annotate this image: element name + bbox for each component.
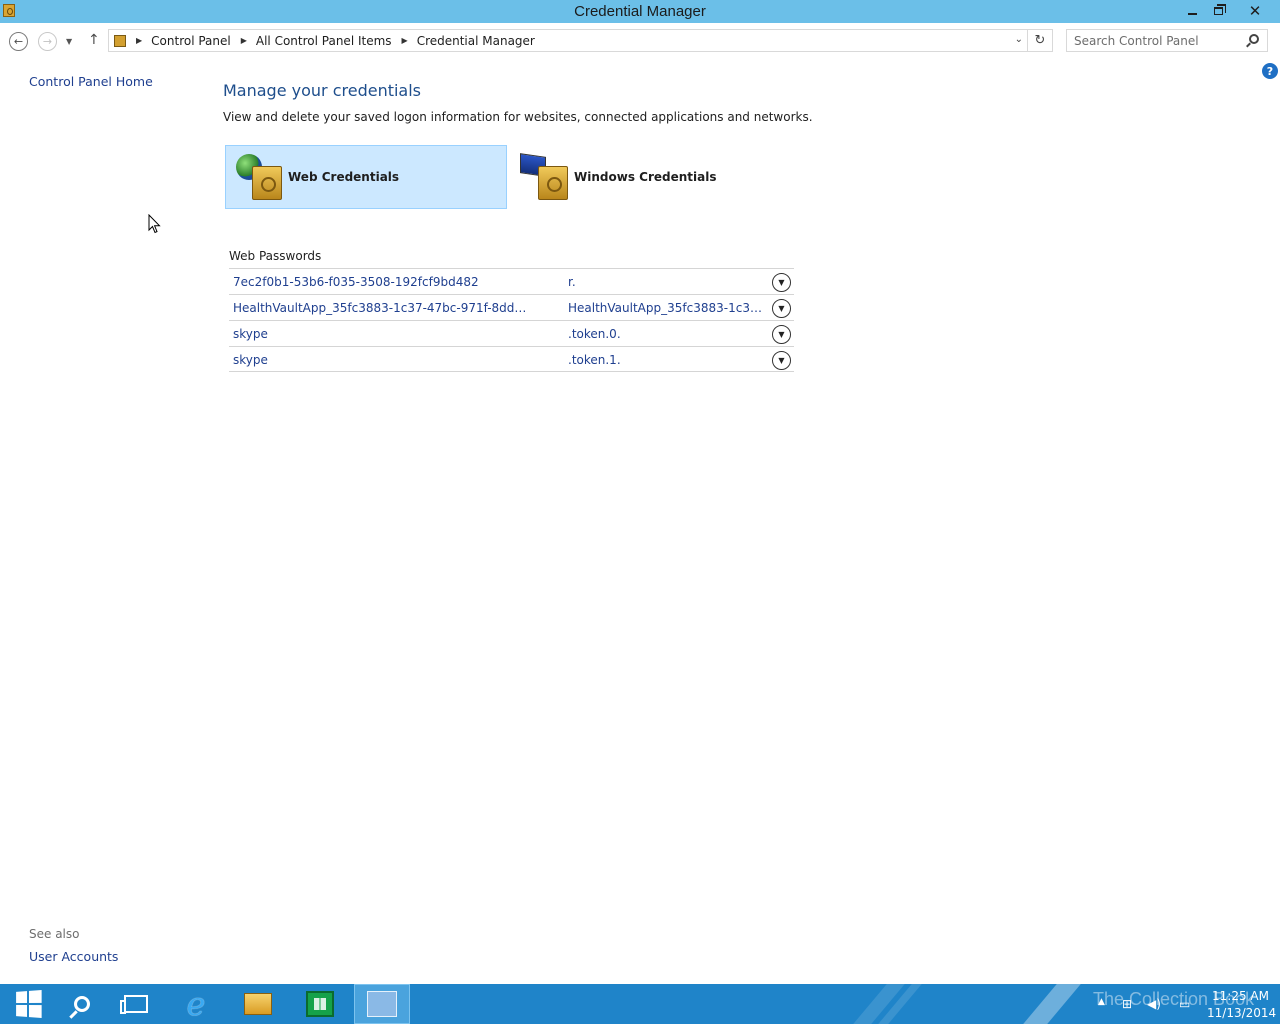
credential-address: HealthVaultApp_35fc3883-1c37-47bc-971f-8… xyxy=(233,301,533,315)
internet-explorer-icon: e xyxy=(186,985,206,1023)
credential-manager-window: Credential Manager ✕ ← → ▼ ↑ ▶ Control P… xyxy=(0,0,1280,984)
breadcrumb-all-control-panel-items[interactable]: All Control Panel Items xyxy=(256,34,392,48)
breadcrumb-credential-manager[interactable]: Credential Manager xyxy=(417,34,535,48)
web-passwords-list: 7ec2f0b1-53b6-f035-3508-192fcf9bd482 r. … xyxy=(229,268,794,372)
expand-button[interactable]: ▼ xyxy=(772,351,791,370)
page-title: Manage your credentials xyxy=(223,81,422,100)
restore-icon xyxy=(1213,3,1226,15)
control-panel-icon xyxy=(114,34,126,47)
web-passwords-heading: Web Passwords xyxy=(229,249,322,263)
credential-row[interactable]: skype .token.1. ▼ xyxy=(229,346,794,372)
windows-credentials-button[interactable]: Windows Credentials xyxy=(512,145,794,209)
start-button[interactable] xyxy=(0,984,56,1024)
book-icon xyxy=(1023,984,1081,1024)
chevron-down-icon: ▼ xyxy=(66,37,73,46)
credential-address: skype xyxy=(233,327,268,341)
chevron-down-icon: ▼ xyxy=(778,304,785,313)
credential-row[interactable]: skype .token.0. ▼ xyxy=(229,320,794,346)
title-bar[interactable]: Credential Manager ✕ xyxy=(0,0,1280,23)
see-also-label: See also xyxy=(29,927,80,941)
up-button[interactable]: ↑ xyxy=(88,32,100,48)
task-view-icon xyxy=(120,995,148,1014)
recent-locations-dropdown[interactable]: ▼ xyxy=(66,37,72,46)
breadcrumb-separator-icon[interactable]: ▶ xyxy=(136,36,142,45)
back-button[interactable]: ← xyxy=(9,32,28,51)
minimize-icon xyxy=(1187,12,1197,15)
arrow-right-icon: → xyxy=(42,35,53,48)
arrow-up-icon: ↑ xyxy=(88,32,100,48)
refresh-icon: ↻ xyxy=(1034,33,1046,48)
network-icon[interactable]: ⊞ xyxy=(1122,997,1132,1011)
breadcrumb-separator-icon[interactable]: ▶ xyxy=(402,36,408,45)
windows-logo-icon xyxy=(16,990,42,1018)
expand-button[interactable]: ▼ xyxy=(772,299,791,318)
credential-address: 7ec2f0b1-53b6-f035-3508-192fcf9bd482 xyxy=(233,275,479,289)
action-center-icon[interactable]: ▭ xyxy=(1179,997,1190,1011)
clock-time[interactable]: 11:25 AM xyxy=(1212,989,1269,1003)
file-explorer-button[interactable] xyxy=(230,984,286,1024)
search-icon xyxy=(74,996,90,1012)
user-accounts-link[interactable]: User Accounts xyxy=(29,949,118,964)
breadcrumb-control-panel[interactable]: Control Panel xyxy=(151,34,231,48)
page-description: View and delete your saved logon informa… xyxy=(223,110,813,124)
close-button[interactable]: ✕ xyxy=(1240,0,1270,21)
help-button[interactable]: ? xyxy=(1262,63,1278,79)
search-button[interactable] xyxy=(54,984,110,1024)
chevron-down-icon: ▼ xyxy=(778,278,785,287)
expand-button[interactable]: ▼ xyxy=(772,273,791,292)
credential-user: r. xyxy=(568,275,576,289)
refresh-button[interactable]: ↻ xyxy=(1028,29,1053,52)
task-view-button[interactable] xyxy=(108,984,164,1024)
internet-explorer-button[interactable]: e xyxy=(168,984,224,1024)
globe-vault-icon xyxy=(234,152,284,202)
show-hidden-icons-icon[interactable]: ▲ xyxy=(1098,997,1105,1007)
arrow-left-icon: ← xyxy=(13,35,24,48)
forward-button[interactable]: → xyxy=(38,32,57,51)
search-box[interactable] xyxy=(1066,29,1268,52)
store-icon xyxy=(306,991,334,1017)
control-panel-icon xyxy=(367,991,397,1017)
web-credentials-label: Web Credentials xyxy=(288,170,400,184)
credential-user: .token.1. xyxy=(568,353,621,367)
window-title: Credential Manager xyxy=(574,3,706,20)
breadcrumb-separator-icon[interactable]: ▶ xyxy=(241,36,247,45)
web-credentials-button[interactable]: Web Credentials xyxy=(225,145,507,209)
credential-row[interactable]: HealthVaultApp_35fc3883-1c37-47bc-971f-8… xyxy=(229,294,794,320)
address-history-dropdown[interactable]: ⌄ xyxy=(1015,34,1023,45)
search-icon[interactable] xyxy=(1249,34,1259,44)
expand-button[interactable]: ▼ xyxy=(772,325,791,344)
chevron-down-icon: ▼ xyxy=(778,330,785,339)
chevron-down-icon: ▼ xyxy=(778,356,785,365)
navigation-bar: ← → ▼ ↑ ▶ Control Panel ▶ All Control Pa… xyxy=(0,23,1280,59)
windows-credentials-label: Windows Credentials xyxy=(574,170,717,184)
control-panel-home-link[interactable]: Control Panel Home xyxy=(29,74,153,89)
restore-button[interactable] xyxy=(1204,0,1232,21)
control-panel-taskbar-button[interactable] xyxy=(354,984,410,1024)
volume-icon[interactable]: ◀) xyxy=(1147,997,1161,1011)
clock-date[interactable]: 11/13/2014 xyxy=(1207,1006,1276,1020)
credential-row[interactable]: 7ec2f0b1-53b6-f035-3508-192fcf9bd482 r. … xyxy=(229,268,794,294)
taskbar: e The Collection Book ▲ ⊞ ◀) ▭ 11:25 AM … xyxy=(0,984,1280,1024)
credential-address: skype xyxy=(233,353,268,367)
credential-user: .token.0. xyxy=(568,327,621,341)
folder-icon xyxy=(244,993,272,1015)
close-icon: ✕ xyxy=(1248,1,1262,20)
search-input[interactable] xyxy=(1074,33,1244,48)
computer-vault-icon xyxy=(520,152,570,202)
credential-user: HealthVaultApp_35fc3883-1c37-47b... xyxy=(568,301,766,315)
address-bar[interactable]: ▶ Control Panel ▶ All Control Panel Item… xyxy=(108,29,1028,52)
minimize-button[interactable] xyxy=(1178,0,1206,21)
help-icon: ? xyxy=(1266,64,1274,78)
store-button[interactable] xyxy=(292,984,348,1024)
